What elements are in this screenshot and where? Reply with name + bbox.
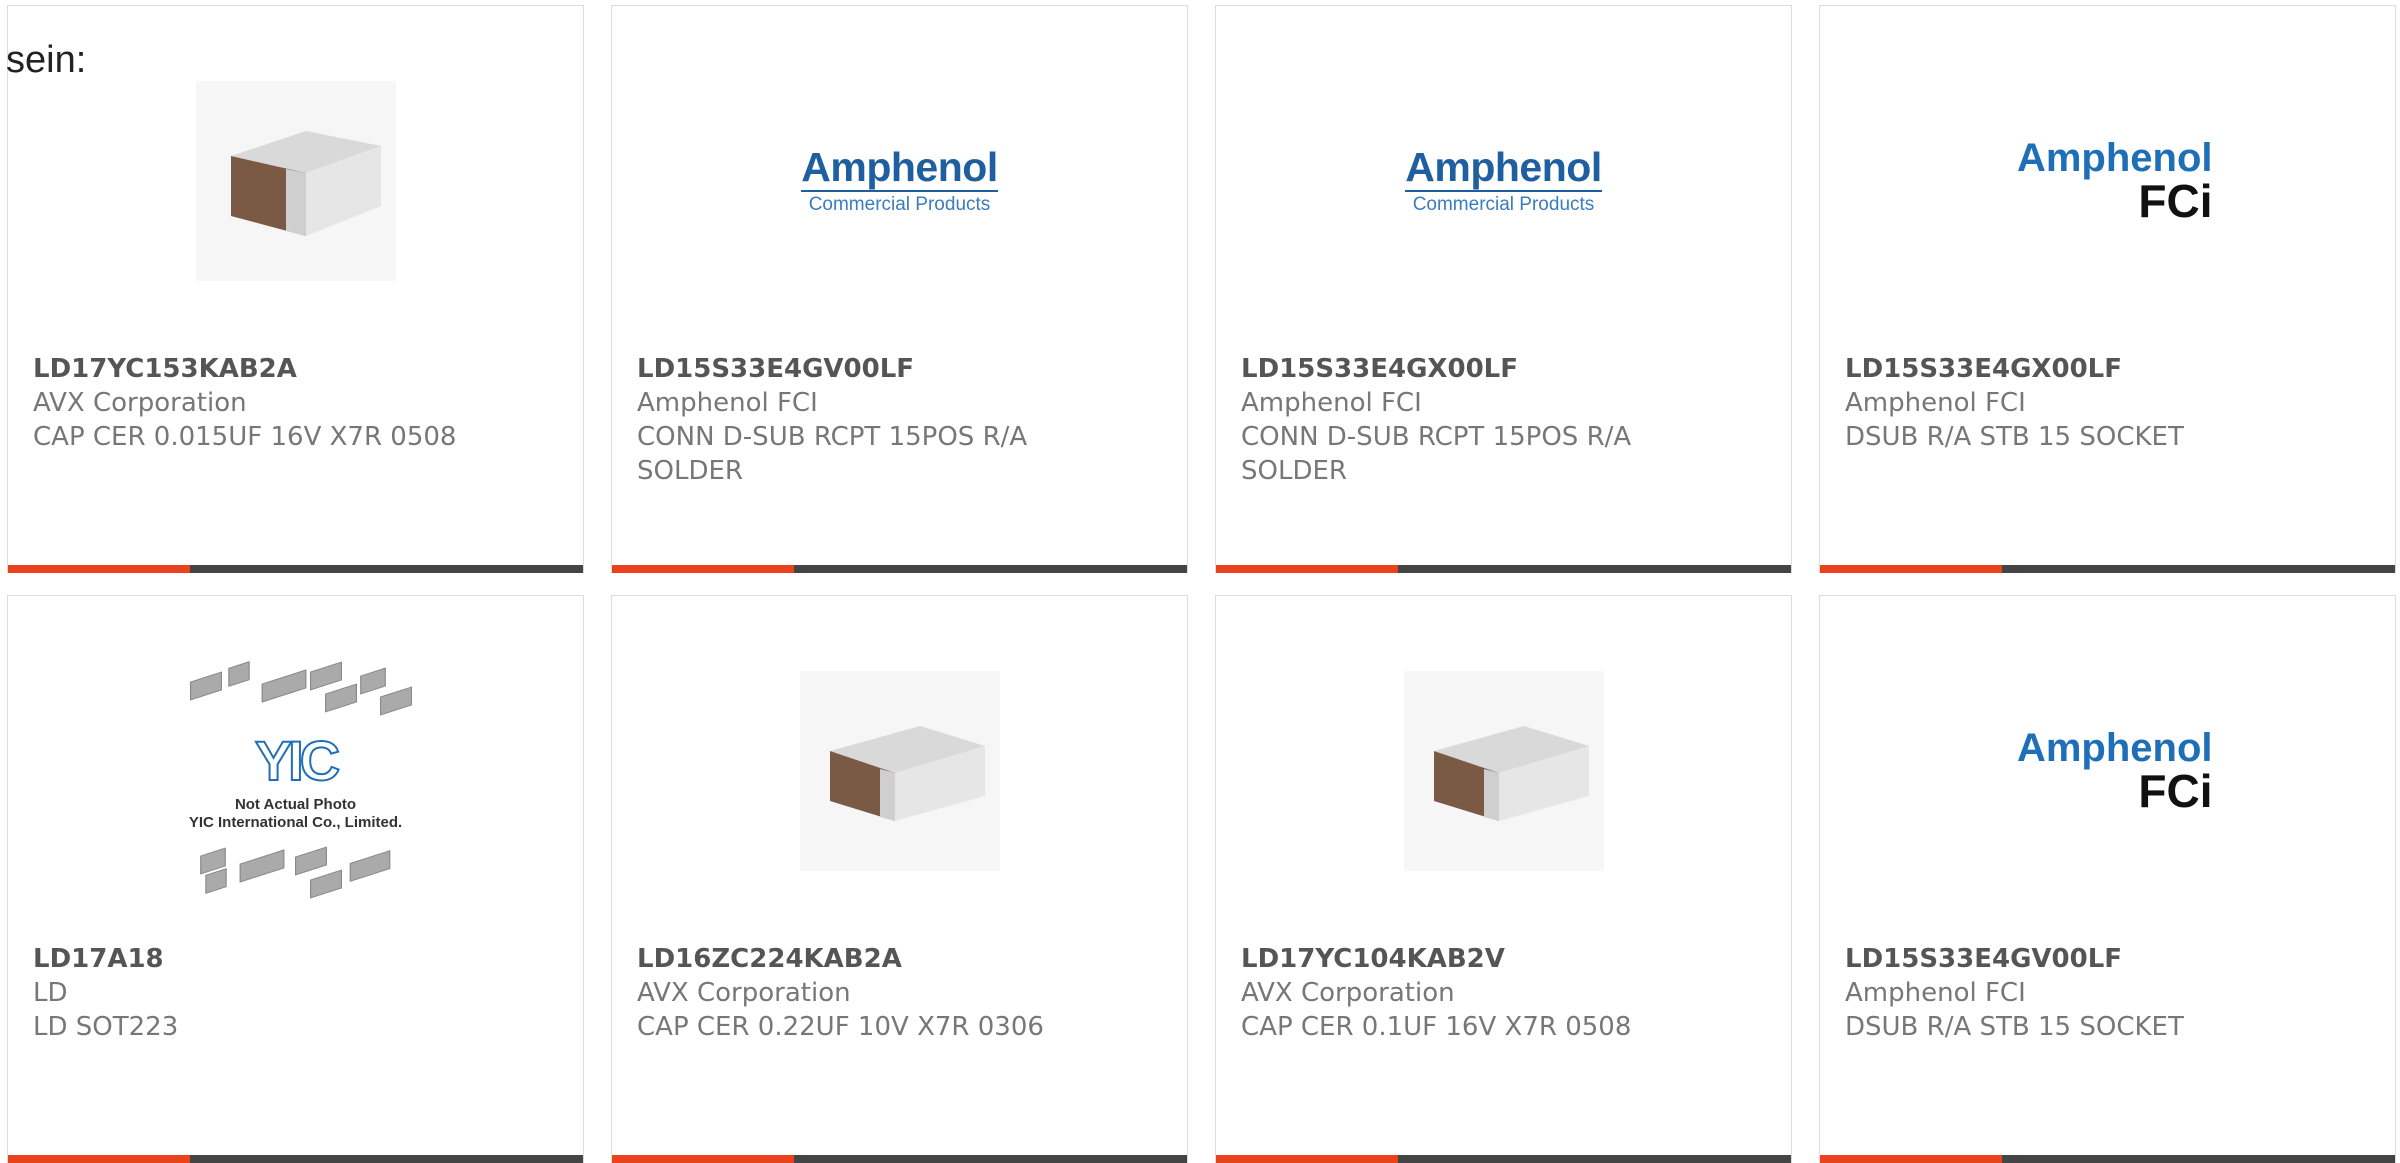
product-card[interactable]: Amphenol Commercial Products LD15S33E4GV…	[611, 5, 1188, 573]
card-bottom-bar	[1216, 1155, 1791, 1163]
product-image[interactable]: YIC Not Actual Photo YIC International C…	[8, 626, 583, 916]
partial-heading: sein:	[6, 39, 87, 81]
product-image[interactable]	[1216, 626, 1791, 916]
product-image[interactable]	[8, 36, 583, 326]
card-bottom-bar	[612, 565, 1187, 573]
card-bottom-bar	[8, 565, 583, 573]
product-description: DSUB R/A STB 15 SOCKET	[1845, 1012, 2184, 1042]
card-bottom-bar	[1216, 565, 1791, 573]
manufacturer-name: LD	[33, 978, 68, 1008]
product-card[interactable]: LD17YC104KAB2V AVX Corporation CAP CER 0…	[1215, 595, 1792, 1163]
card-bottom-bar	[612, 1155, 1187, 1163]
part-number-link[interactable]: LD17YC153KAB2A	[33, 352, 297, 386]
part-number-link[interactable]: LD15S33E4GX00LF	[1845, 352, 2122, 386]
capacitor-image	[799, 671, 1000, 871]
product-description: DSUB R/A STB 15 SOCKET	[1845, 422, 2184, 452]
product-card[interactable]: Amphenol FCi LD15S33E4GV00LF Amphenol FC…	[1819, 595, 2396, 1163]
product-card[interactable]: Amphenol Commercial Products LD15S33E4GX…	[1215, 5, 1792, 573]
product-grid: LD17YC153KAB2A AVX Corporation CAP CER 0…	[0, 0, 2400, 1163]
manufacturer-name: Amphenol FCI	[1845, 978, 2026, 1008]
product-description: CAP CER 0.22UF 10V X7R 0306	[637, 1012, 1044, 1042]
manufacturer-name: Amphenol FCI	[637, 388, 818, 418]
part-number-link[interactable]: LD15S33E4GX00LF	[1241, 352, 1518, 386]
product-image[interactable]: Amphenol FCi	[1820, 626, 2395, 916]
amphenol-commercial-logo: Amphenol Commercial Products	[801, 144, 998, 215]
card-bottom-bar	[1820, 1155, 2395, 1163]
product-card[interactable]: YIC Not Actual Photo YIC International C…	[7, 595, 584, 1163]
product-description: CONN D-SUB RCPT 15POS R/A SOLDER	[1241, 422, 1632, 486]
product-image[interactable]	[612, 626, 1187, 916]
yic-placeholder-image: YIC Not Actual Photo YIC International C…	[151, 646, 441, 899]
product-image[interactable]: Amphenol FCi	[1820, 36, 2395, 326]
product-card[interactable]: Amphenol FCi LD15S33E4GX00LF Amphenol FC…	[1819, 5, 2396, 573]
amphenol-fci-logo: Amphenol FCi	[2016, 136, 2213, 227]
part-number-link[interactable]: LD15S33E4GV00LF	[637, 352, 914, 386]
product-image[interactable]: Amphenol Commercial Products	[1216, 36, 1791, 326]
product-card[interactable]: LD17YC153KAB2A AVX Corporation CAP CER 0…	[7, 5, 584, 573]
manufacturer-name: AVX Corporation	[1241, 978, 1455, 1008]
card-bottom-bar	[1820, 565, 2395, 573]
manufacturer-name: AVX Corporation	[33, 388, 247, 418]
manufacturer-name: AVX Corporation	[637, 978, 851, 1008]
product-image[interactable]: Amphenol Commercial Products	[612, 36, 1187, 326]
capacitor-image	[195, 81, 396, 281]
part-number-link[interactable]: LD15S33E4GV00LF	[1845, 942, 2122, 976]
product-description: CAP CER 0.1UF 16V X7R 0508	[1241, 1012, 1632, 1042]
manufacturer-name: Amphenol FCI	[1845, 388, 2026, 418]
part-number-link[interactable]: LD17A18	[33, 942, 164, 976]
product-description: CAP CER 0.015UF 16V X7R 0508	[33, 422, 457, 452]
amphenol-fci-logo: Amphenol FCi	[2016, 726, 2213, 817]
manufacturer-name: Amphenol FCI	[1241, 388, 1422, 418]
product-card[interactable]: LD16ZC224KAB2A AVX Corporation CAP CER 0…	[611, 595, 1188, 1163]
capacitor-image	[1403, 671, 1604, 871]
part-number-link[interactable]: LD16ZC224KAB2A	[637, 942, 902, 976]
card-bottom-bar	[8, 1155, 583, 1163]
product-description: CONN D-SUB RCPT 15POS R/A SOLDER	[637, 422, 1028, 486]
product-description: LD SOT223	[33, 1012, 179, 1042]
amphenol-commercial-logo: Amphenol Commercial Products	[1405, 144, 1602, 215]
part-number-link[interactable]: LD17YC104KAB2V	[1241, 942, 1505, 976]
